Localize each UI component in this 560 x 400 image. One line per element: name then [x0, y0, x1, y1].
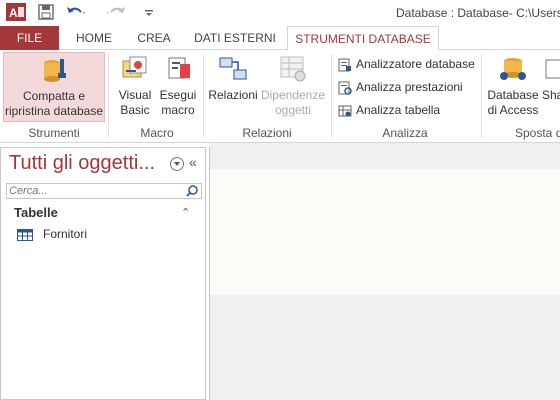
compact-repair-label-2: ripristina database — [4, 104, 104, 118]
document-area — [210, 143, 560, 400]
tab-strumenti-database[interactable]: STRUMENTI DATABASE — [287, 26, 439, 51]
window-title: Database : Database- C:\Users\( — [396, 6, 560, 20]
compact-repair-label-1: Compatta e — [22, 89, 86, 103]
work-area: Tutti gli oggetti... « Tabelle ⌃ Fornito — [0, 143, 560, 400]
run-macro-icon — [168, 57, 190, 79]
run-macro-button[interactable]: Esegui macro — [157, 52, 199, 122]
search-input[interactable] — [9, 184, 179, 198]
sharepoint-icon — [545, 59, 560, 79]
group-label-relazioni: Relazioni — [242, 126, 292, 140]
analyze-performance-button[interactable]: Analizza prestazioni — [338, 77, 463, 97]
nav-item-fornitori[interactable]: Fornitori — [17, 227, 87, 243]
nav-menu-dropdown[interactable] — [170, 157, 184, 171]
tab-dati-esterni[interactable]: DATI ESTERNI — [188, 26, 282, 50]
group-label-strumenti: Strumenti — [28, 126, 80, 140]
collapse-nav-pane-icon[interactable]: « — [189, 154, 197, 170]
group-separator — [481, 54, 482, 138]
analyze-table-label: Analizza tabella — [356, 103, 441, 117]
group-label-sposta-dati: Sposta d — [515, 126, 560, 140]
group-label-analizza: Analizza — [382, 126, 428, 140]
undo-icon[interactable] — [66, 4, 88, 20]
title-bar: A Database : Database- C:\Users\( — [0, 0, 560, 26]
document-background — [210, 169, 560, 295]
visual-basic-button[interactable]: Visual Basic — [114, 52, 156, 122]
redo-icon[interactable] — [106, 4, 128, 20]
nav-item-label: Fornitori — [43, 227, 88, 241]
search-icon[interactable] — [184, 184, 200, 198]
svg-text:A: A — [9, 6, 18, 20]
tab-crea[interactable]: CREA — [126, 26, 182, 50]
access-database-icon — [500, 58, 526, 80]
group-separator — [203, 54, 204, 138]
run-macro-label-2: macro — [161, 103, 195, 117]
group-separator — [331, 54, 332, 138]
relationships-button[interactable]: Relazioni — [207, 52, 259, 122]
database-documenter-label: Analizzatore database — [356, 57, 475, 71]
customize-toolbar-icon[interactable] — [144, 4, 154, 20]
visual-basic-label-1: Visual — [118, 88, 152, 102]
group-label-macro: Macro — [140, 126, 174, 140]
analyze-table-icon — [338, 105, 352, 117]
search-box — [6, 183, 202, 199]
navigation-pane: Tutti gli oggetti... « Tabelle ⌃ Fornito — [0, 147, 206, 400]
sharepoint-button[interactable]: Sha — [540, 52, 560, 122]
table-icon — [17, 228, 33, 241]
tab-home[interactable]: HOME — [66, 26, 122, 50]
run-macro-label-1: Esegui — [159, 88, 197, 102]
database-documenter-button[interactable]: Analizzatore database — [338, 54, 475, 74]
tab-file[interactable]: FILE — [0, 26, 59, 50]
collapse-group-icon[interactable]: ⌃ — [181, 206, 190, 219]
object-dependencies-label-2: oggetti — [274, 103, 312, 117]
access-database-label-1: Database — [487, 88, 539, 102]
ribbon-tabs: FILE HOME CREA DATI ESTERNI STRUMENTI DA… — [0, 26, 560, 51]
sharepoint-label: Sha — [542, 88, 560, 102]
visual-basic-icon — [122, 56, 147, 78]
analyze-table-button[interactable]: Analizza tabella — [338, 100, 440, 120]
access-database-button[interactable]: Database di Access — [486, 52, 540, 122]
object-dependencies-button[interactable]: Dipendenze oggetti — [259, 52, 327, 122]
save-icon[interactable] — [38, 4, 54, 20]
ribbon: Compatta e ripristina database Strumenti… — [0, 50, 560, 143]
object-dependencies-icon — [280, 56, 306, 82]
access-app-icon[interactable]: A — [6, 3, 26, 21]
visual-basic-label-2: Basic — [120, 103, 150, 117]
relationships-icon — [219, 57, 247, 80]
analyze-performance-label: Analizza prestazioni — [356, 80, 463, 94]
group-separator — [108, 54, 109, 138]
document-tab-strip — [210, 143, 560, 169]
documenter-icon — [338, 58, 351, 72]
nav-pane-title[interactable]: Tutti gli oggetti... — [9, 152, 155, 175]
access-database-label-2: di Access — [487, 103, 539, 117]
relationships-label: Relazioni — [208, 88, 258, 102]
analyze-performance-icon — [338, 81, 352, 95]
compact-repair-icon — [44, 59, 66, 82]
object-dependencies-label-1: Dipendenze — [260, 88, 326, 102]
nav-group-tabelle[interactable]: Tabelle — [14, 205, 58, 220]
chevron-down-icon — [174, 162, 180, 166]
compact-repair-button[interactable]: Compatta e ripristina database — [3, 52, 105, 122]
